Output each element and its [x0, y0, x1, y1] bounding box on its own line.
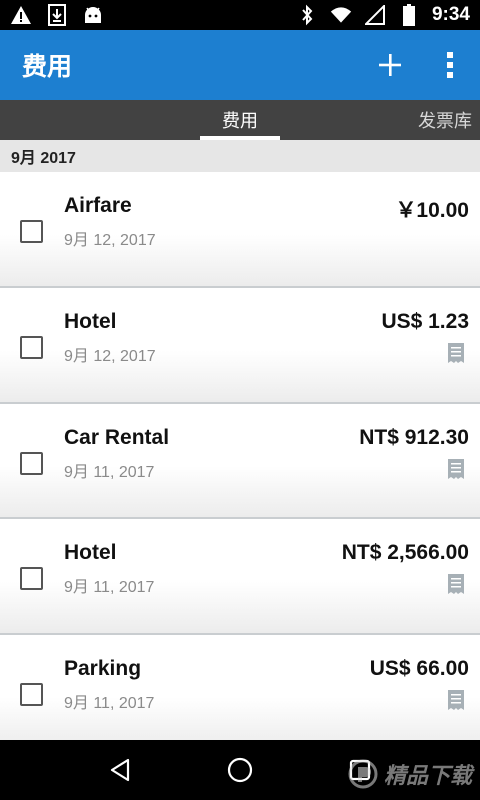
expense-date: 9月 12, 2017 [64, 232, 156, 249]
expense-amount: US$ 1.23 [381, 310, 469, 333]
receipt-icon [448, 458, 464, 479]
phone-screen: 9:34 费用 费用 发票库 9月 2017 Airfare 9月 12, 20… [0, 0, 480, 800]
wifi-icon [330, 4, 352, 26]
download-icon [46, 4, 68, 26]
expense-row[interactable]: Hotel 9月 12, 2017 US$ 1.23 [0, 288, 480, 404]
overflow-menu-icon [447, 52, 453, 78]
expense-title: Parking [64, 656, 142, 680]
watermark-logo-icon [348, 759, 378, 789]
status-left [10, 4, 104, 26]
watermark-text: 精品下载 [383, 763, 472, 788]
expense-amount: ￥10.00 [395, 199, 469, 222]
warning-icon [10, 4, 32, 26]
signal-icon [364, 4, 386, 26]
receipt-icon [448, 689, 464, 710]
expense-date: 9月 11, 2017 [64, 694, 155, 712]
expense-row[interactable]: Parking 9月 11, 2017 US$ 66.00 [0, 634, 480, 750]
back-icon [110, 758, 130, 782]
expense-title: Airfare [64, 194, 132, 217]
expense-checkbox[interactable] [20, 220, 43, 243]
app-bar: 费用 [0, 30, 480, 100]
expense-list: Airfare 9月 12, 2017 ￥10.00 Hotel 9月 12, … [0, 172, 480, 750]
expense-checkbox[interactable] [20, 336, 43, 359]
status-bar: 9:34 [0, 0, 480, 30]
back-button[interactable] [90, 740, 150, 800]
expense-title: Car Rental [64, 425, 170, 449]
expense-amount: NT$ 2,566.00 [341, 541, 469, 564]
tab-receipt-library[interactable]: 发票库 [418, 100, 480, 140]
page-title: 费用 [22, 53, 73, 81]
app-actions [360, 30, 480, 100]
expense-checkbox[interactable] [20, 682, 43, 706]
expense-title: Hotel [64, 541, 117, 564]
expense-date: 9月 12, 2017 [64, 348, 156, 365]
android-icon [82, 4, 104, 26]
tab-bar: 费用 发票库 [0, 100, 480, 140]
status-right: 9:34 [296, 4, 470, 26]
expense-date: 9月 11, 2017 [64, 579, 155, 596]
add-expense-button[interactable] [360, 30, 420, 100]
receipt-icon [448, 343, 464, 363]
expense-row[interactable]: Car Rental 9月 11, 2017 NT$ 912.30 [0, 403, 480, 519]
home-icon [227, 757, 253, 783]
expense-checkbox[interactable] [20, 451, 43, 475]
expense-row[interactable]: Hotel 9月 11, 2017 NT$ 2,566.00 [0, 519, 480, 635]
battery-icon [398, 4, 420, 26]
system-nav-bar: 精品下载 [0, 740, 480, 800]
expense-date: 9月 11, 2017 [64, 463, 155, 481]
overflow-menu-button[interactable] [420, 30, 480, 100]
home-button[interactable] [210, 740, 270, 800]
expense-title: Hotel [64, 310, 117, 333]
expense-amount: NT$ 912.30 [359, 425, 469, 449]
expense-amount: US$ 66.00 [369, 656, 469, 680]
expense-checkbox[interactable] [20, 567, 43, 590]
receipt-icon [448, 574, 464, 594]
watermark: 精品下载 [348, 758, 472, 790]
tab-expenses[interactable]: 费用 [200, 100, 280, 140]
expense-row[interactable]: Airfare 9月 12, 2017 ￥10.00 [0, 172, 480, 288]
add-icon [379, 54, 401, 76]
status-time: 9:34 [431, 4, 470, 25]
month-section-header: 9月 2017 [0, 140, 480, 172]
bluetooth-icon [296, 4, 318, 26]
